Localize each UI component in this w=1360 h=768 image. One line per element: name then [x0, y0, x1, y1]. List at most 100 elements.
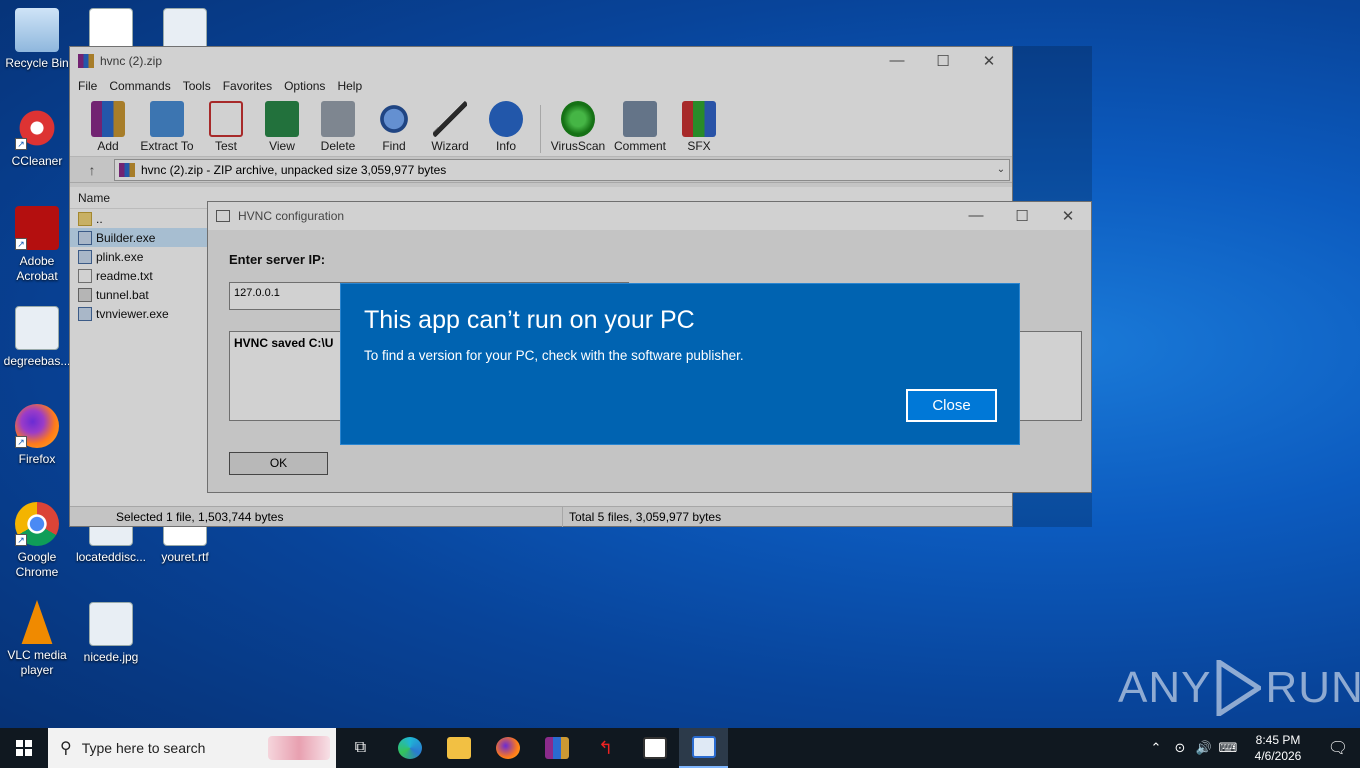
winrar-icon	[544, 737, 569, 759]
acrobat-icon: ↗	[15, 206, 59, 250]
firefox-icon: ↗	[15, 404, 59, 448]
desktop-icon-nicede[interactable]: nicede.jpg	[74, 602, 148, 665]
test-button[interactable]: Test	[198, 101, 254, 153]
menu-commands[interactable]: Commands	[103, 79, 176, 93]
find-button[interactable]: Find	[366, 101, 422, 153]
taskbar-edge[interactable]	[385, 728, 434, 768]
status-total: Total 5 files, 3,059,977 bytes	[562, 506, 721, 527]
taskbar-firefox[interactable]	[483, 728, 532, 768]
menu-help[interactable]: Help	[331, 79, 368, 93]
building-icon	[642, 737, 667, 759]
red-arrow-icon: ↰	[597, 737, 614, 758]
address-bar: ↑ hvnc (2).zip - ZIP archive, unpacked s…	[70, 157, 1012, 183]
meet-now-icon[interactable]: ⊙	[1168, 740, 1192, 756]
task-view-icon: ⧉	[354, 739, 367, 756]
minimize-button[interactable]: —	[874, 52, 920, 70]
clock[interactable]: 8:45 PM 4/6/2026	[1240, 732, 1316, 764]
window-title: hvnc (2).zip	[100, 54, 163, 68]
ccleaner-icon: ↗	[15, 106, 59, 150]
winrar-titlebar[interactable]: hvnc (2).zip — ☐ ✕	[70, 47, 1012, 75]
clock-date: 4/6/2026	[1254, 749, 1302, 763]
view-button[interactable]: View	[254, 101, 310, 153]
keyboard-icon[interactable]: ⌨	[1216, 740, 1240, 756]
desktop-icon-ccleaner[interactable]: ↗ CCleaner	[0, 106, 74, 169]
comment-button[interactable]: Comment	[609, 101, 671, 153]
taskbar-app-building[interactable]	[630, 728, 679, 768]
desktop-icon-adobe-acrobat[interactable]: ↗ Adobe Acrobat	[0, 206, 74, 284]
app-cant-run-dialog: This app can’t run on your PC To find a …	[340, 283, 1020, 445]
sfx-button[interactable]: SFX	[671, 101, 727, 153]
exe-file-icon	[78, 230, 92, 245]
add-button[interactable]: Add	[80, 101, 136, 153]
virus-scan-icon	[561, 101, 595, 137]
ok-button[interactable]: OK	[229, 452, 328, 475]
archive-path-field[interactable]: hvnc (2).zip - ZIP archive, unpacked siz…	[114, 158, 1010, 181]
volume-icon[interactable]: 🔊	[1192, 740, 1216, 756]
task-view-button[interactable]: ⧉	[336, 728, 385, 768]
archive-path-text: hvnc (2).zip - ZIP archive, unpacked siz…	[141, 162, 447, 177]
menu-tools[interactable]: Tools	[177, 79, 217, 93]
desktop-icon-label: Adobe Acrobat	[16, 254, 58, 283]
desktop-icon-label: Firefox	[18, 452, 56, 466]
desktop-icon-recycle-bin[interactable]: Recycle Bin	[0, 8, 74, 71]
anyrun-watermark: ANY RUN	[1118, 660, 1360, 716]
shortcut-arrow-icon: ↗	[15, 238, 27, 250]
menu-favorites[interactable]: Favorites	[217, 79, 278, 93]
toolbar-separator	[540, 105, 541, 153]
chevron-up-icon[interactable]: ⌃	[1144, 740, 1168, 756]
close-button[interactable]: ✕	[966, 52, 1012, 70]
maximize-button[interactable]: ☐	[999, 207, 1045, 225]
winrar-archive-icon	[119, 162, 135, 177]
desktop-icon-vlc[interactable]: VLC media player	[0, 600, 74, 678]
notification-icon[interactable]: 🗨	[1316, 738, 1360, 758]
up-arrow-icon[interactable]: ↑	[70, 162, 114, 178]
info-icon	[489, 101, 523, 137]
minimize-button[interactable]: —	[953, 207, 999, 225]
recycle-bin-icon	[15, 8, 59, 52]
comment-icon	[623, 101, 657, 137]
chevron-down-icon[interactable]: ⌄	[993, 164, 1009, 175]
search-highlight-image	[268, 736, 330, 760]
sfx-icon	[682, 101, 716, 137]
firefox-icon	[495, 737, 520, 759]
taskbar-app-red-arrow[interactable]: ↰	[581, 728, 630, 768]
menu-options[interactable]: Options	[278, 79, 331, 93]
taskbar-winrar[interactable]	[532, 728, 581, 768]
menu-file[interactable]: File	[72, 79, 103, 93]
taskbar-file-explorer[interactable]	[434, 728, 483, 768]
windows-logo-icon	[16, 740, 32, 756]
maximize-button[interactable]: ☐	[920, 52, 966, 70]
add-archive-icon	[91, 101, 125, 137]
column-name[interactable]: Name	[70, 191, 110, 205]
status-bar: Selected 1 file, 1,503,744 bytes Total 5…	[70, 506, 1012, 527]
taskbar-hvnc-active[interactable]	[679, 728, 728, 768]
shortcut-arrow-icon: ↗	[15, 436, 27, 448]
clock-time: 8:45 PM	[1255, 733, 1301, 747]
chrome-icon: ↗	[15, 502, 59, 546]
desktop-icon-firefox[interactable]: ↗ Firefox	[0, 404, 74, 467]
batch-file-icon	[78, 287, 92, 302]
checklist-icon	[209, 101, 243, 137]
info-button[interactable]: Info	[478, 101, 534, 153]
search-placeholder: Type here to search	[81, 740, 206, 756]
shortcut-arrow-icon: ↗	[15, 138, 27, 150]
wizard-button[interactable]: Wizard	[422, 101, 478, 153]
start-button[interactable]	[0, 728, 48, 768]
dialog-title: This app can’t run on your PC	[364, 306, 695, 334]
virusscan-button[interactable]: VirusScan	[547, 101, 609, 153]
hvnc-titlebar[interactable]: HVNC configuration — ☐ ✕	[208, 202, 1091, 230]
desktop-icon-label: degreebas...	[3, 354, 71, 368]
close-button[interactable]: ✕	[1045, 207, 1091, 225]
magic-wand-icon	[433, 101, 467, 137]
dialog-message: To find a version for your PC, check wit…	[364, 348, 744, 363]
desktop-icon-degreebas[interactable]: degreebas...	[0, 306, 74, 369]
close-button[interactable]: Close	[906, 389, 997, 422]
taskbar: ⚲ Type here to search ⧉ ↰ ⌃ ⊙ 🔊 ⌨ 8:45 P…	[0, 728, 1360, 768]
edge-icon	[397, 737, 422, 759]
desktop-icon-label: Recycle Bin	[5, 56, 69, 70]
extract-to-button[interactable]: Extract To	[136, 101, 198, 153]
desktop-icon-google-chrome[interactable]: ↗ Google Chrome	[0, 502, 74, 580]
delete-button[interactable]: Delete	[310, 101, 366, 153]
taskbar-search-box[interactable]: ⚲ Type here to search	[48, 728, 336, 768]
folder-icon	[150, 101, 184, 137]
